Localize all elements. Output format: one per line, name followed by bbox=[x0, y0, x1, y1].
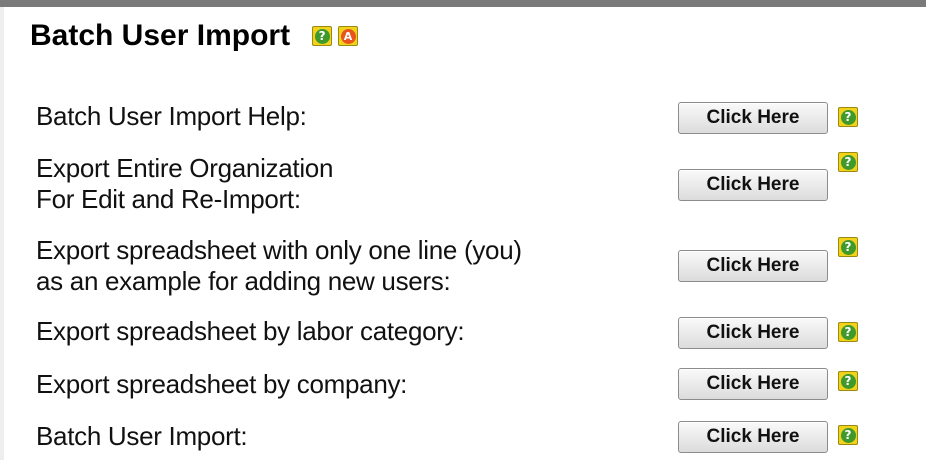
panel-top-border bbox=[0, 0, 926, 7]
import-help-button[interactable]: Click Here bbox=[678, 102, 828, 134]
row-label-export-organization: Export Entire Organization For Edit and … bbox=[36, 153, 333, 215]
panel-left-edge bbox=[0, 7, 4, 460]
row-label-export-company: Export spreadsheet by company: bbox=[36, 369, 407, 400]
help-icon[interactable]: ? bbox=[838, 152, 858, 172]
row-label-batch-import: Batch User Import: bbox=[36, 421, 248, 452]
help-glyph: ? bbox=[840, 427, 856, 443]
export-example-button[interactable]: Click Here bbox=[678, 250, 828, 282]
help-glyph: ? bbox=[840, 154, 856, 170]
help-glyph: ? bbox=[840, 324, 856, 340]
row-label-line: Export Entire Organization bbox=[36, 153, 334, 183]
export-company-button[interactable]: Click Here bbox=[678, 368, 828, 400]
row-label-line: as an example for adding new users: bbox=[36, 266, 451, 296]
help-glyph: ? bbox=[840, 109, 856, 125]
help-icon[interactable]: ? bbox=[838, 425, 858, 445]
help-icon[interactable]: ? bbox=[838, 322, 858, 342]
panel-title: Batch User Import bbox=[30, 19, 291, 52]
help-glyph: ? bbox=[840, 239, 856, 255]
help-glyph: ? bbox=[840, 373, 856, 389]
row-label-line: Export spreadsheet by company: bbox=[36, 369, 408, 399]
row-label-line: Batch User Import Help: bbox=[36, 101, 307, 131]
export-labor-category-button[interactable]: Click Here bbox=[678, 317, 828, 349]
row-label-import-help: Batch User Import Help: bbox=[36, 101, 307, 132]
help-icon[interactable]: ? bbox=[838, 371, 858, 391]
row-label-export-labor-category: Export spreadsheet by labor category: bbox=[36, 316, 465, 347]
admin-icon[interactable]: A bbox=[338, 26, 359, 46]
help-icon[interactable]: ? bbox=[838, 107, 858, 127]
row-label-export-example: Export spreadsheet with only one line (y… bbox=[36, 235, 522, 297]
batch-import-button[interactable]: Click Here bbox=[678, 421, 828, 453]
panel-header: Batch User Import ? A bbox=[30, 14, 359, 58]
help-icon[interactable]: ? bbox=[838, 237, 858, 257]
export-organization-button[interactable]: Click Here bbox=[678, 169, 828, 201]
help-icon[interactable]: ? bbox=[312, 26, 333, 46]
row-label-line: Batch User Import: bbox=[36, 421, 248, 451]
admin-glyph: A bbox=[340, 28, 356, 44]
row-label-line: Export spreadsheet with only one line (y… bbox=[36, 235, 522, 265]
help-glyph: ? bbox=[314, 28, 330, 44]
row-label-line: For Edit and Re-Import: bbox=[36, 184, 301, 214]
row-label-line: Export spreadsheet by labor category: bbox=[36, 316, 465, 346]
